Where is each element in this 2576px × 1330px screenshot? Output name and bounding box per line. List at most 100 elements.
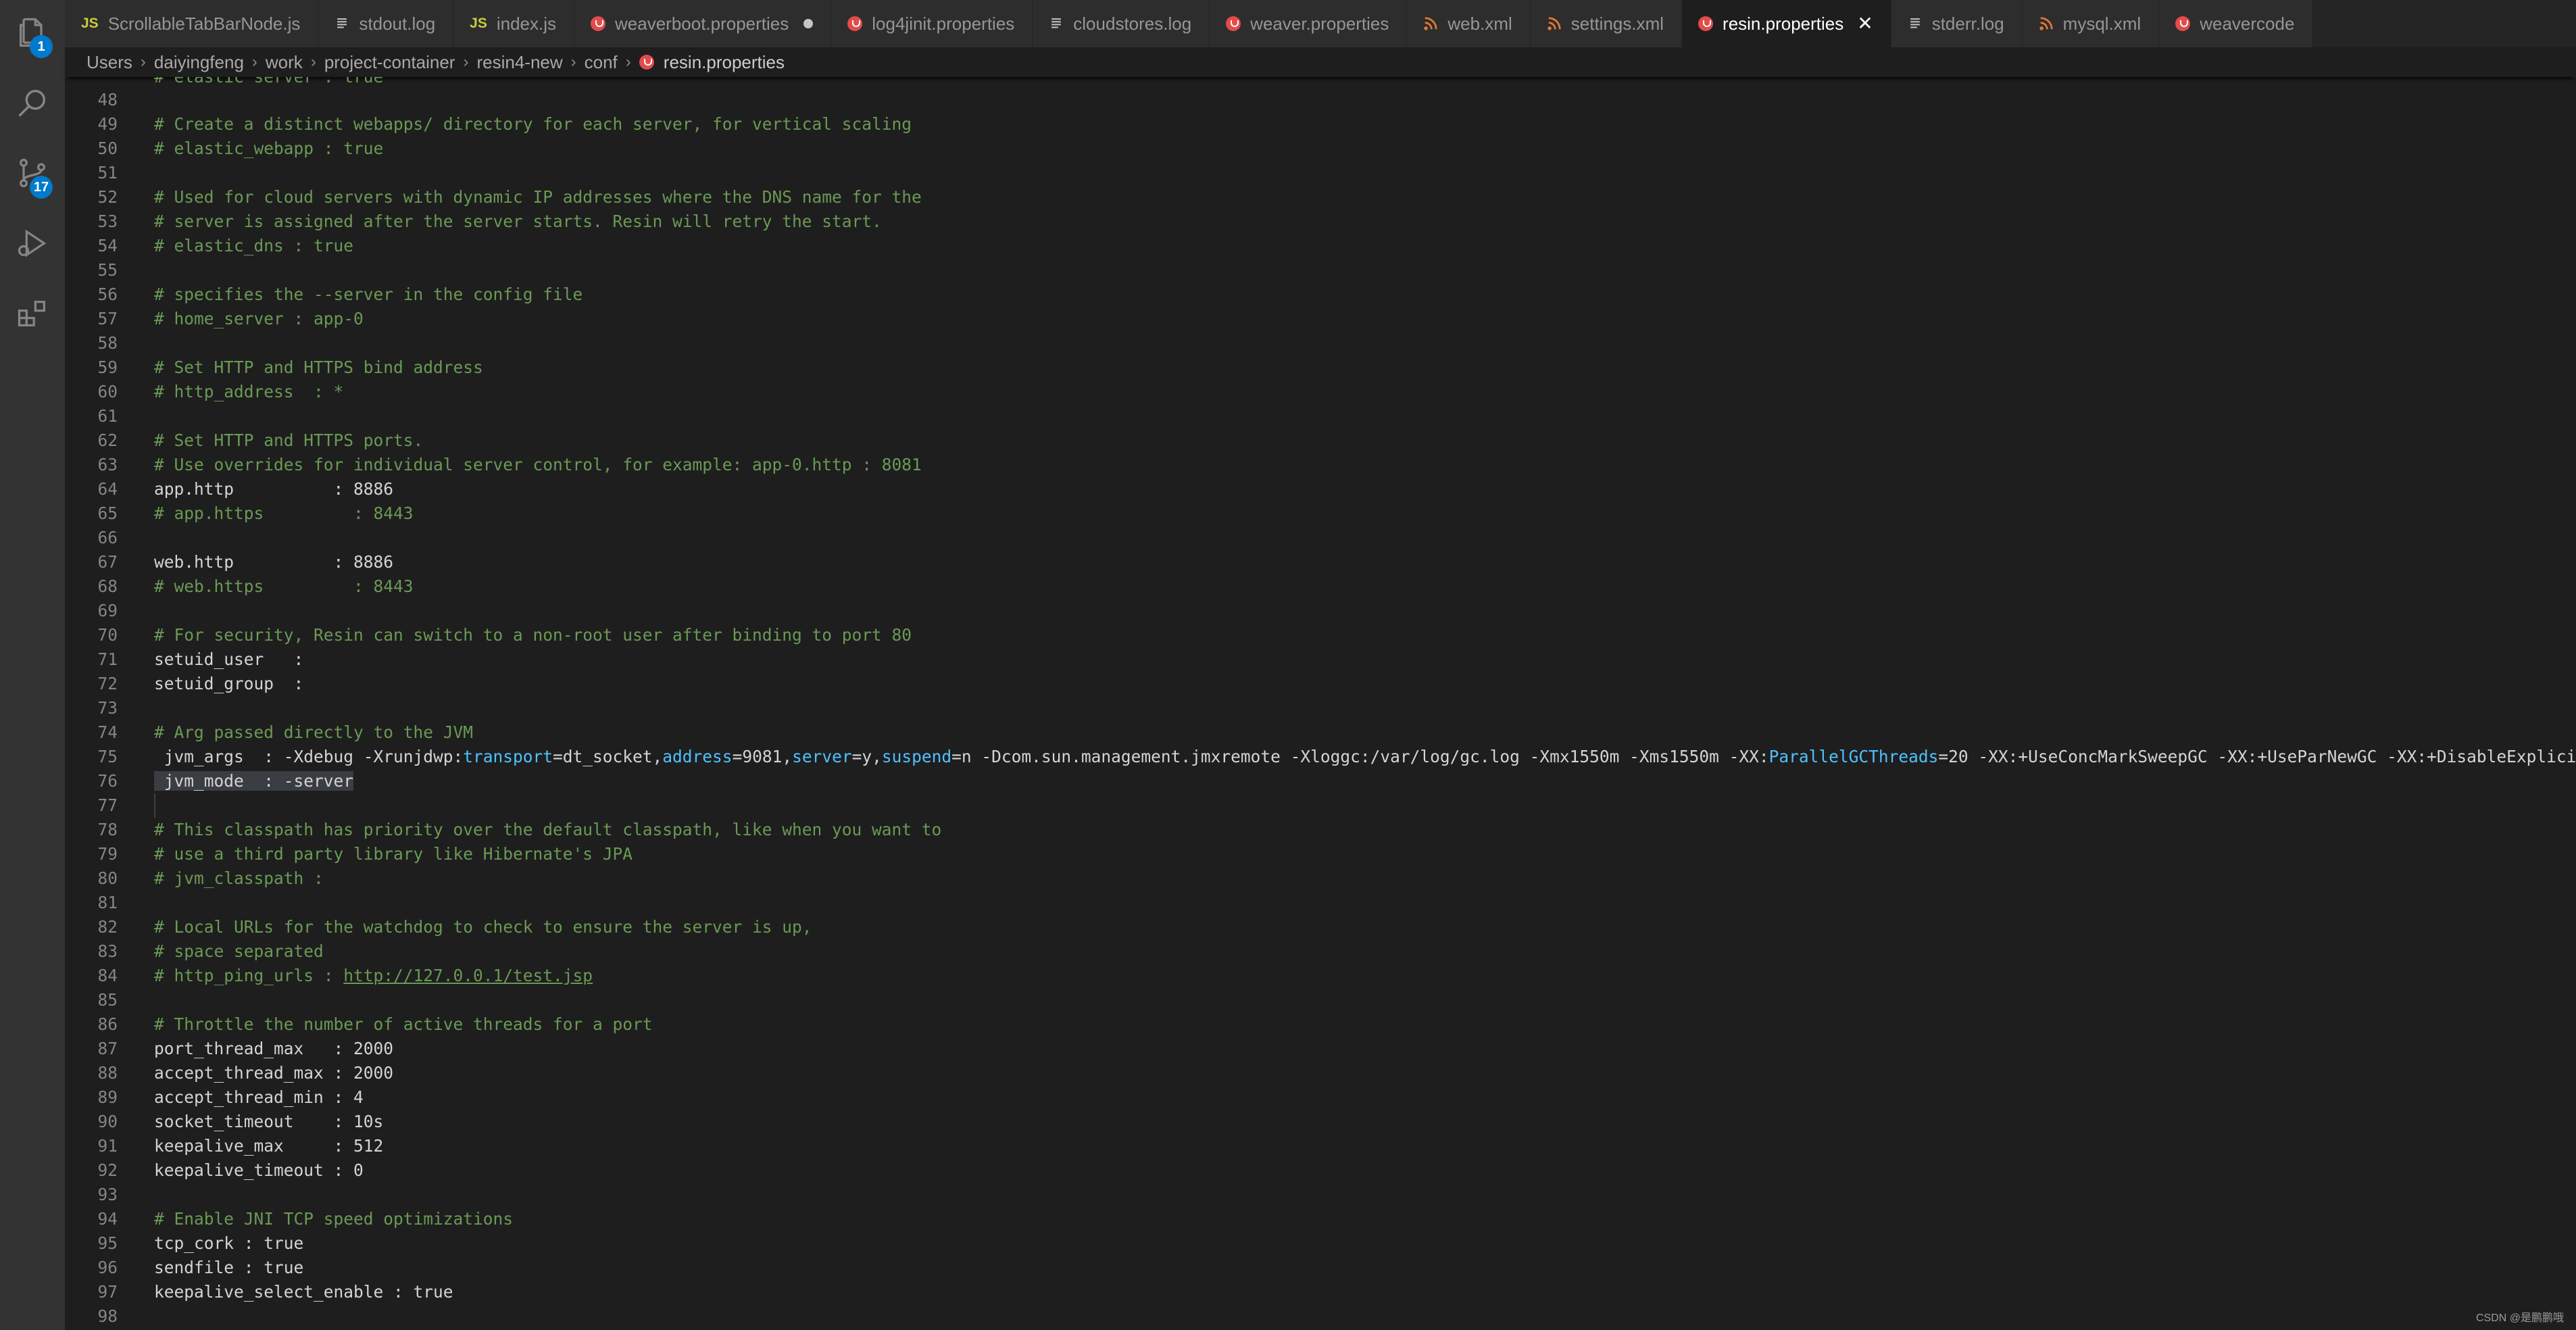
source-control-icon[interactable]: 17: [0, 141, 65, 205]
code-line[interactable]: 64 app.http : 8886: [65, 477, 2576, 501]
code-line[interactable]: 51: [65, 161, 2576, 185]
code-line[interactable]: 52 # Used for cloud servers with dynamic …: [65, 185, 2576, 210]
line-number: 63: [97, 455, 118, 474]
code-text: # server is assigned after the server st…: [154, 212, 882, 231]
code-line[interactable]: 85: [65, 988, 2576, 1012]
code-line[interactable]: 66: [65, 526, 2576, 550]
run-debug-icon[interactable]: [0, 211, 65, 276]
breadcrumb-item[interactable]: daiyingfeng: [154, 52, 244, 73]
code-line[interactable]: 97 keepalive_select_enable : true: [65, 1280, 2576, 1304]
code-line[interactable]: 87 port_thread_max : 2000: [65, 1037, 2576, 1061]
tab-stderr-log[interactable]: stderr.log: [1891, 0, 2023, 47]
tab-scrollabletabbarnode-js[interactable]: JS ScrollableTabBarNode.js: [65, 0, 319, 47]
code-text: jvm_args : -Xdebug -Xrunjdwp:transport=d…: [154, 747, 2576, 766]
code-line[interactable]: 50 # elastic_webapp : true: [65, 137, 2576, 161]
code-text: accept_thread_min : 4: [154, 1087, 364, 1107]
tab-weaverboot-properties[interactable]: weaverboot.properties: [574, 0, 832, 47]
line-number: 91: [97, 1136, 118, 1156]
tab-weavercode[interactable]: weavercode: [2159, 0, 2313, 47]
editor[interactable]: # elastic_server : true 48 49 # Create a d…: [65, 77, 2576, 1330]
code-line[interactable]: 98: [65, 1304, 2576, 1329]
code-line[interactable]: 76 jvm_mode : -server: [65, 769, 2576, 793]
code-line[interactable]: 75 jvm_args : -Xdebug -Xrunjdwp:transpor…: [65, 745, 2576, 769]
code-line[interactable]: 96 sendfile : true: [65, 1256, 2576, 1280]
code-line[interactable]: 90 socket_timeout : 10s: [65, 1110, 2576, 1134]
code-text: keepalive_select_enable : true: [154, 1282, 453, 1302]
code-line[interactable]: 91 keepalive_max : 512: [65, 1134, 2576, 1158]
code-line[interactable]: 55: [65, 258, 2576, 282]
code-line[interactable]: 86 # Throttle the number of active thread…: [65, 1012, 2576, 1037]
code-line[interactable]: 78 # This classpath has priority over the…: [65, 818, 2576, 842]
tab-cloudstores-log[interactable]: cloudstores.log: [1033, 0, 1210, 47]
breadcrumb-file-label: resin.properties: [663, 51, 785, 72]
text-file-icon: [1049, 16, 1064, 31]
line-number: 65: [97, 503, 118, 523]
tab-index-js[interactable]: JS index.js: [453, 0, 574, 47]
code-line[interactable]: 56 # specifies the --server in the config…: [65, 282, 2576, 307]
code-line[interactable]: 73: [65, 696, 2576, 720]
code-line[interactable]: 60 # http_address : *: [65, 380, 2576, 404]
code-line[interactable]: 77: [65, 793, 2576, 818]
breadcrumb-item[interactable]: Users: [86, 52, 132, 73]
breadcrumb-item[interactable]: project-container: [324, 52, 455, 73]
code-line[interactable]: 68 # web.https : 8443: [65, 574, 2576, 599]
code-line[interactable]: 84 # http_ping_urls : http://127.0.0.1/te…: [65, 964, 2576, 988]
line-number: 92: [97, 1160, 118, 1180]
breadcrumb-file[interactable]: resin.properties: [639, 52, 785, 73]
breadcrumb-item[interactable]: conf: [585, 52, 618, 73]
unsaved-dot-icon[interactable]: [803, 19, 814, 28]
code-line[interactable]: 48: [65, 88, 2576, 112]
activity-bar: 1 17: [0, 0, 65, 1330]
tab-settings-xml[interactable]: settings.xml: [1530, 0, 1683, 47]
line-number: 72: [97, 674, 118, 693]
line-number: 71: [97, 649, 118, 669]
code-text: setuid_group :: [154, 674, 304, 693]
code-line[interactable]: 63 # Use overrides for individual server …: [65, 453, 2576, 477]
tab-weaver-properties[interactable]: weaver.properties: [1210, 0, 1408, 47]
code-line[interactable]: 62 # Set HTTP and HTTPS ports.: [65, 428, 2576, 453]
code-line[interactable]: 74 # Arg passed directly to the JVM: [65, 720, 2576, 745]
explorer-icon[interactable]: 1: [0, 0, 65, 65]
line-number: 95: [97, 1233, 118, 1253]
code-line[interactable]: 81: [65, 891, 2576, 915]
code-line[interactable]: 53 # server is assigned after the server …: [65, 210, 2576, 234]
code-line[interactable]: 94 # Enable JNI TCP speed optimizations: [65, 1207, 2576, 1231]
extensions-icon[interactable]: [0, 281, 65, 346]
code-line[interactable]: 89 accept_thread_min : 4: [65, 1085, 2576, 1110]
code-line[interactable]: 95 tcp_cork : true: [65, 1231, 2576, 1256]
code-line[interactable]: 57 # home_server : app-0: [65, 307, 2576, 331]
code-line[interactable]: 83 # space separated: [65, 939, 2576, 964]
code-line[interactable]: 69: [65, 599, 2576, 623]
tab-mysql-xml[interactable]: mysql.xml: [2022, 0, 2160, 47]
code-line[interactable]: 58: [65, 331, 2576, 355]
code-text: app.http : 8886: [154, 479, 394, 499]
code-line[interactable]: 65 # app.https : 8443: [65, 501, 2576, 526]
code-line[interactable]: 93: [65, 1183, 2576, 1207]
code-line[interactable]: 92 keepalive_timeout : 0: [65, 1158, 2576, 1183]
tab-bar: JS ScrollableTabBarNode.js stdout.log JS ind…: [65, 0, 2576, 47]
code-line[interactable]: 82 # Local URLs for the watchdog to check…: [65, 915, 2576, 939]
tab-stdout-log[interactable]: stdout.log: [318, 0, 454, 47]
close-icon[interactable]: ✕: [1857, 14, 1873, 33]
code-line[interactable]: 70 # For security, Resin can switch to a …: [65, 623, 2576, 647]
tab-log4jinit-properties[interactable]: log4jinit.properties: [831, 0, 1033, 47]
breadcrumb-item[interactable]: work: [266, 52, 303, 73]
line-number: 78: [97, 820, 118, 839]
breadcrumb-item[interactable]: resin4-new: [476, 52, 562, 73]
code-line[interactable]: 67 web.http : 8886: [65, 550, 2576, 574]
code-line[interactable]: 72 setuid_group :: [65, 672, 2576, 696]
code-line[interactable]: 71 setuid_user :: [65, 647, 2576, 672]
code-line[interactable]: 88 accept_thread_max : 2000: [65, 1061, 2576, 1085]
code-line[interactable]: 80 # jvm_classpath :: [65, 866, 2576, 891]
code-line[interactable]: 61: [65, 404, 2576, 428]
tab-resin-properties[interactable]: resin.properties ✕: [1682, 0, 1891, 47]
code-line[interactable]: 79 # use a third party library like Hiber…: [65, 842, 2576, 866]
line-number: 85: [97, 990, 118, 1010]
code-line[interactable]: 54 # elastic_dns : true: [65, 234, 2576, 258]
tab-web-xml[interactable]: web.xml: [1407, 0, 1531, 47]
search-icon[interactable]: [0, 70, 65, 135]
code-line[interactable]: 49 # Create a distinct webapps/ directory…: [65, 112, 2576, 137]
code-text: # Local URLs for the watchdog to check t…: [154, 917, 812, 937]
code-line[interactable]: 59 # Set HTTP and HTTPS bind address: [65, 355, 2576, 380]
code-text: # http_ping_urls : http://127.0.0.1/test…: [154, 966, 593, 985]
